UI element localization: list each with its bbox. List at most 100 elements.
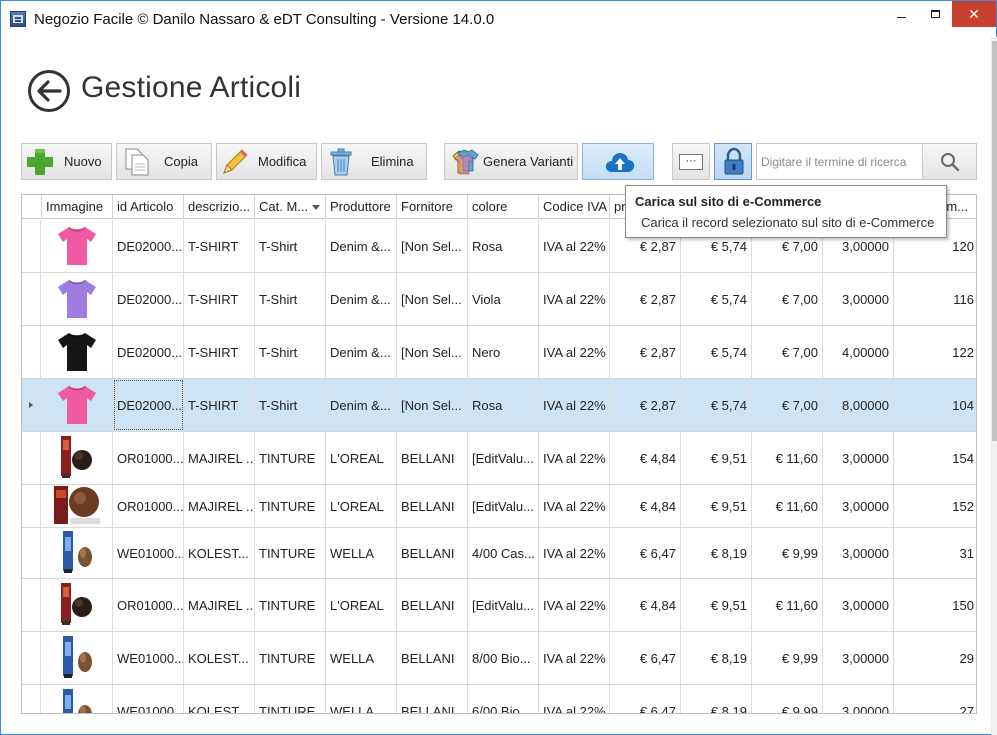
vat-code-cell[interactable]: IVA al 22% — [539, 326, 610, 378]
minimize-button[interactable] — [884, 1, 918, 27]
quantity-cell[interactable]: 8,00000 — [823, 379, 894, 431]
price-1-cell[interactable]: € 6,47 — [610, 685, 681, 713]
price-2-cell[interactable]: € 9,51 — [681, 485, 752, 527]
price-3-cell[interactable]: € 9,99 — [752, 685, 823, 713]
upload-ecommerce-button[interactable] — [582, 143, 654, 180]
price-2-cell[interactable]: € 9,51 — [681, 579, 752, 631]
price-2-cell[interactable]: € 8,19 — [681, 632, 752, 684]
product-image-cell[interactable] — [42, 579, 113, 631]
supplier-cell[interactable]: [Non Sel... — [397, 220, 468, 272]
producer-cell[interactable]: WELLA — [326, 632, 397, 684]
description-cell[interactable]: T-SHIRT — [184, 379, 255, 431]
stock-cell[interactable]: 27 — [894, 685, 976, 714]
vat-code-cell[interactable]: IVA al 22% — [539, 273, 610, 325]
row-indicator[interactable] — [22, 326, 41, 378]
id-cell[interactable]: WE01000... — [113, 632, 184, 684]
price-2-cell[interactable]: € 5,74 — [681, 326, 752, 378]
vat-code-cell[interactable]: IVA al 22% — [539, 220, 610, 272]
header-producer[interactable]: Produttore — [326, 195, 397, 219]
maximize-button[interactable] — [918, 1, 952, 27]
price-1-cell[interactable]: € 6,47 — [610, 528, 681, 578]
description-cell[interactable]: MAJIREL ... — [184, 432, 255, 484]
back-button[interactable] — [28, 70, 70, 112]
color-cell[interactable]: [EditValu... — [468, 432, 539, 484]
close-button[interactable]: ✕ — [952, 1, 996, 27]
quantity-cell[interactable]: 3,00000 — [823, 485, 894, 527]
table-row[interactable]: OR01000... MAJIREL ... TINTURE L'OREAL BELLA… — [22, 485, 976, 528]
producer-cell[interactable]: L'OREAL — [326, 432, 397, 484]
category-cell[interactable]: T-Shirt — [255, 273, 326, 325]
vat-code-cell[interactable]: IVA al 22% — [539, 632, 610, 684]
vat-code-cell[interactable]: IVA al 22% — [539, 579, 610, 631]
producer-cell[interactable]: WELLA — [326, 528, 397, 578]
description-cell[interactable]: KOLEST... — [184, 528, 255, 578]
row-indicator[interactable] — [22, 685, 41, 713]
color-cell[interactable]: 8/00 Bio... — [468, 632, 539, 684]
quantity-cell[interactable]: 4,00000 — [823, 326, 894, 378]
id-cell[interactable]: WE01000... — [113, 685, 184, 713]
price-3-cell[interactable]: € 7,00 — [752, 273, 823, 325]
color-cell[interactable]: Rosa — [468, 220, 539, 272]
row-indicator[interactable] — [22, 485, 41, 527]
header-color[interactable]: colore — [468, 195, 539, 219]
price-1-cell[interactable]: € 4,84 — [610, 579, 681, 631]
category-cell[interactable]: TINTURE — [255, 579, 326, 631]
table-row[interactable]: DE02000... T-SHIRT T-Shirt Denim &... [Non S… — [22, 379, 976, 432]
vat-code-cell[interactable]: IVA al 22% — [539, 379, 610, 431]
product-image-cell[interactable] — [42, 273, 113, 325]
category-cell[interactable]: TINTURE — [255, 485, 326, 527]
supplier-cell[interactable]: BELLANI — [397, 528, 468, 578]
quantity-cell[interactable]: 3,00000 — [823, 273, 894, 325]
price-1-cell[interactable]: € 2,87 — [610, 326, 681, 378]
stock-cell[interactable]: 104 — [894, 379, 976, 431]
id-cell[interactable]: DE02000... — [113, 273, 184, 325]
description-cell[interactable]: MAJIREL ... — [184, 579, 255, 631]
supplier-cell[interactable]: BELLANI — [397, 632, 468, 684]
table-row[interactable]: OR01000... MAJIREL ... TINTURE L'OREAL BELLA… — [22, 432, 976, 485]
description-cell[interactable]: KOLEST... — [184, 632, 255, 684]
window-scrollbar[interactable] — [991, 37, 997, 735]
supplier-cell[interactable]: BELLANI — [397, 485, 468, 527]
stock-cell[interactable]: 31 — [894, 528, 976, 578]
price-1-cell[interactable]: € 2,87 — [610, 379, 681, 431]
stock-cell[interactable]: 122 — [894, 326, 976, 378]
id-cell[interactable]: WE01000... — [113, 528, 184, 578]
category-cell[interactable]: T-Shirt — [255, 326, 326, 378]
price-3-cell[interactable]: € 11,60 — [752, 485, 823, 527]
color-cell[interactable]: Rosa — [468, 379, 539, 431]
edit-button[interactable]: Modifica — [216, 143, 317, 180]
price-3-cell[interactable]: € 7,00 — [752, 326, 823, 378]
color-cell[interactable]: 6/00 Bio... — [468, 685, 539, 713]
price-3-cell[interactable]: € 9,99 — [752, 528, 823, 578]
category-cell[interactable]: TINTURE — [255, 685, 326, 713]
color-cell[interactable]: [EditValu... — [468, 579, 539, 631]
vat-code-cell[interactable]: IVA al 22% — [539, 432, 610, 484]
producer-cell[interactable]: L'OREAL — [326, 485, 397, 527]
more-options-button[interactable]: ··· — [672, 143, 710, 180]
price-3-cell[interactable]: € 11,60 — [752, 579, 823, 631]
row-indicator[interactable] — [22, 432, 41, 484]
supplier-cell[interactable]: [Non Sel... — [397, 273, 468, 325]
header-image[interactable]: Immagine — [42, 195, 113, 219]
row-indicator[interactable] — [22, 220, 41, 272]
header-description[interactable]: descrizio... — [184, 195, 255, 219]
stock-cell[interactable]: 29 — [894, 632, 976, 684]
producer-cell[interactable]: Denim &... — [326, 326, 397, 378]
price-2-cell[interactable]: € 5,74 — [681, 379, 752, 431]
row-indicator[interactable] — [22, 379, 41, 431]
price-2-cell[interactable]: € 8,19 — [681, 528, 752, 578]
quantity-cell[interactable]: 3,00000 — [823, 528, 894, 578]
category-cell[interactable]: TINTURE — [255, 432, 326, 484]
producer-cell[interactable]: L'OREAL — [326, 579, 397, 631]
description-cell[interactable]: T-SHIRT — [184, 326, 255, 378]
product-image-cell[interactable] — [42, 485, 113, 527]
stock-cell[interactable]: 154 — [894, 432, 976, 484]
copy-button[interactable]: Copia — [116, 143, 212, 180]
supplier-cell[interactable]: [Non Sel... — [397, 326, 468, 378]
product-image-cell[interactable] — [42, 432, 113, 484]
price-1-cell[interactable]: € 6,47 — [610, 632, 681, 684]
product-image-cell[interactable] — [42, 685, 113, 713]
table-row[interactable]: WE01000... KOLEST... TINTURE WELLA BELLANI 4/… — [22, 528, 976, 579]
id-cell[interactable]: OR01000... — [113, 579, 184, 631]
table-row[interactable]: OR01000... MAJIREL ... TINTURE L'OREAL BELLA… — [22, 579, 976, 632]
